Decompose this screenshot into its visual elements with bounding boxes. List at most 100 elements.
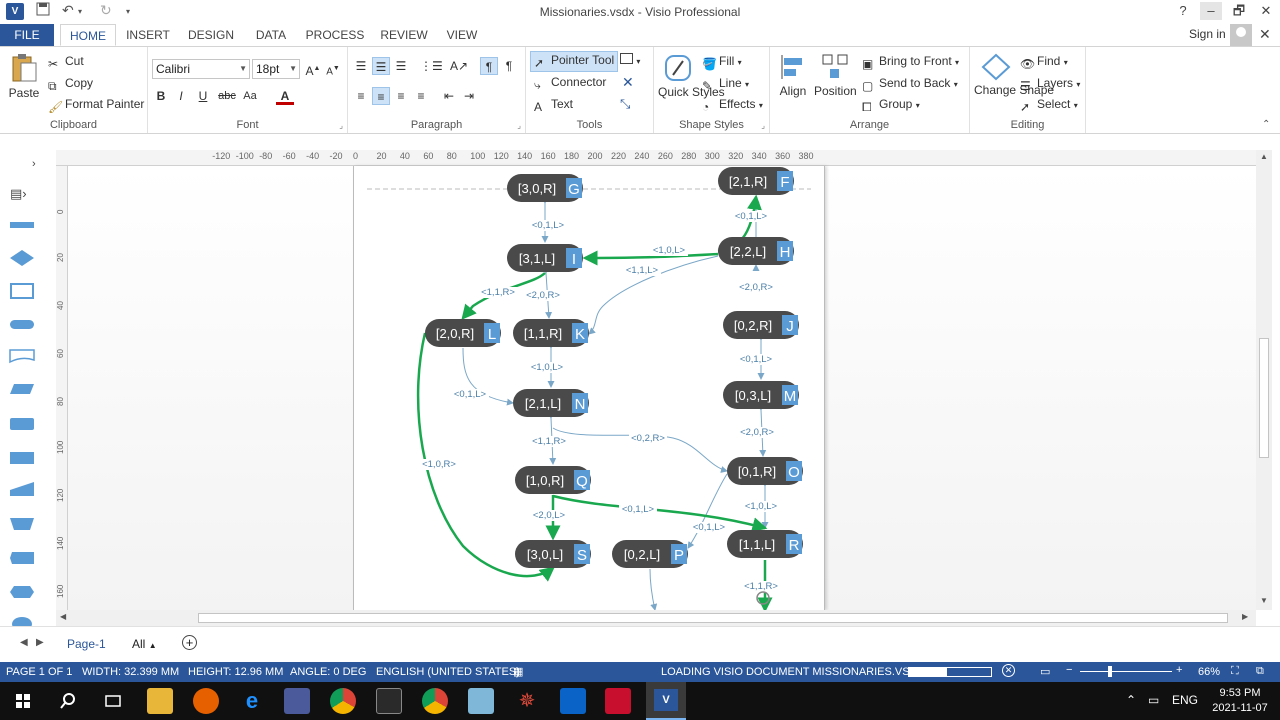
vertical-scrollbar[interactable]: ▲ ▼	[1256, 150, 1272, 610]
font-size-combo[interactable]: 18pt ▼	[252, 59, 300, 79]
visio-taskbar-button[interactable]: V	[646, 682, 686, 720]
next-page-icon[interactable]: ▶	[36, 637, 44, 648]
restore-button[interactable]: 🗗	[1228, 2, 1250, 20]
rtl-icon[interactable]: ¶	[500, 57, 518, 75]
shapes-stencil-icon[interactable]: ▤›	[10, 186, 27, 202]
increase-indent-icon[interactable]: ⇥	[460, 87, 478, 105]
close-tool-icon[interactable]: ✕	[622, 74, 634, 91]
grow-font-button[interactable]: A▲	[304, 60, 322, 78]
effects-button[interactable]: ◔ Effects ▾	[702, 97, 763, 114]
line-button[interactable]: ✎ Line ▾	[702, 76, 749, 93]
pointer-tool-button[interactable]: ➚ Pointer Tool	[530, 51, 619, 72]
outlook-icon[interactable]	[560, 688, 586, 714]
state-node-R[interactable]: [1,1,L] R	[727, 530, 803, 558]
close-button[interactable]: ✕	[1255, 2, 1277, 20]
fit-page-icon[interactable]: ⛶	[1231, 665, 1239, 678]
scroll-down-icon[interactable]: ▼	[1260, 596, 1268, 605]
state-node-O[interactable]: [0,1,R] O	[727, 457, 803, 485]
task-view-icon[interactable]	[100, 688, 126, 714]
tab-design[interactable]: DESIGN	[184, 24, 238, 46]
expand-shapes-icon[interactable]: ›	[32, 158, 36, 170]
system-clock[interactable]: 9:53 PM 2021-11-07	[1205, 686, 1275, 716]
search-icon[interactable]	[55, 688, 81, 714]
select-button[interactable]: ➚ Select ▾	[1020, 97, 1078, 114]
chrome-profile-icon[interactable]	[422, 688, 448, 714]
rotation-handle-icon[interactable]	[756, 591, 770, 605]
zoom-out-icon[interactable]: −	[1066, 664, 1072, 676]
zoom-level[interactable]: 66%	[1198, 666, 1220, 678]
acrobat-icon[interactable]	[605, 688, 631, 714]
italic-button[interactable]: I	[172, 87, 190, 105]
position-button[interactable]: Position	[814, 53, 857, 98]
status-page[interactable]: PAGE 1 OF 1	[6, 666, 72, 678]
input-language[interactable]: ENG	[1172, 693, 1198, 707]
dialog-launcher-icon[interactable]: ⌟	[339, 121, 343, 130]
close-document-icon[interactable]: ✕	[1259, 26, 1271, 43]
macro-icon[interactable]: ▦	[513, 665, 523, 678]
tab-home[interactable]: HOME	[60, 24, 116, 46]
state-node-M[interactable]: [0,3,L] M	[723, 381, 799, 409]
app-icon[interactable]	[284, 688, 310, 714]
bullets-icon[interactable]: ⋮☰	[420, 57, 443, 75]
cut-button[interactable]: ✂ Cut	[48, 54, 84, 71]
vertical-scroll-thumb[interactable]	[1259, 338, 1269, 458]
dialog-launcher-icon[interactable]: ⌟	[517, 121, 521, 130]
collapse-ribbon-icon[interactable]: ⌃	[1262, 119, 1270, 130]
state-node-G[interactable]: [3,0,R] G	[507, 174, 583, 202]
zoom-slider-thumb[interactable]	[1108, 666, 1112, 677]
tab-insert[interactable]: INSERT	[122, 24, 174, 46]
state-node-Q[interactable]: [1,0,R] Q	[515, 466, 591, 494]
font-color-button[interactable]: A	[276, 87, 294, 105]
align-bottom-icon[interactable]: ☰	[392, 57, 410, 75]
chrome-icon[interactable]	[330, 688, 356, 714]
state-node-K[interactable]: [1,1,R] K	[513, 319, 589, 347]
shrink-font-button[interactable]: A▼	[324, 60, 342, 78]
scroll-up-icon[interactable]: ▲	[1260, 152, 1268, 161]
state-diagram[interactable]: [3,0,R] G [2,1,R] F [3,1,L] I [2,2,L] H [2,0,R] L…	[353, 166, 825, 610]
state-node-I[interactable]: [3,1,L] I	[507, 244, 583, 272]
state-node-J[interactable]: [0,2,R] J	[723, 311, 799, 339]
align-left-icon[interactable]: ≡	[352, 87, 370, 105]
horizontal-scrollbar[interactable]: ◀ ▶	[56, 610, 1256, 626]
connection-point-icon[interactable]: ⤡	[620, 96, 630, 112]
state-node-H[interactable]: [2,2,L] H	[718, 237, 794, 265]
ltr-icon[interactable]: ¶	[480, 57, 498, 75]
minimize-button[interactable]: –	[1200, 2, 1222, 20]
tab-process[interactable]: PROCESS	[304, 24, 366, 46]
tab-data[interactable]: DATA	[250, 24, 292, 46]
scroll-left-icon[interactable]: ◀	[60, 612, 66, 621]
connector-tool-button[interactable]: ⤷ Connector	[534, 75, 606, 92]
photos-icon[interactable]	[376, 688, 402, 714]
help-button[interactable]: ?	[1172, 2, 1194, 20]
change-shape-button[interactable]: Change Shape	[974, 53, 1054, 97]
tab-view[interactable]: VIEW	[442, 24, 482, 46]
notepad-icon[interactable]	[468, 688, 494, 714]
presentation-mode-icon[interactable]: ▭	[1040, 665, 1050, 678]
decrease-indent-icon[interactable]: ⇤	[440, 87, 458, 105]
sign-in-link[interactable]: Sign in	[1189, 27, 1226, 41]
justify-icon[interactable]: ≡	[412, 87, 430, 105]
find-button[interactable]: 👁 Find ▾	[1020, 54, 1068, 71]
horizontal-scroll-thumb[interactable]	[198, 613, 1228, 623]
send-to-back-button[interactable]: ▢ Send to Back ▾	[862, 76, 958, 93]
group-button[interactable]: ⧠ Group ▾	[862, 97, 920, 114]
format-painter-button[interactable]: 🖌 Format Painter	[48, 97, 144, 114]
windows-start-icon[interactable]	[10, 688, 36, 714]
page-tab-page-1[interactable]: Page-1	[67, 637, 106, 651]
show-hidden-icons-icon[interactable]: ⌃	[1126, 693, 1136, 707]
file-explorer-icon[interactable]	[147, 688, 173, 714]
text-tool-button[interactable]: A Text	[534, 97, 573, 114]
copy-button[interactable]: ⧉ Copy	[48, 76, 93, 93]
align-top-icon[interactable]: ☰	[352, 57, 370, 75]
bring-to-front-button[interactable]: ▣ Bring to Front ▾	[862, 54, 959, 71]
state-node-F[interactable]: [2,1,R] F	[718, 167, 794, 195]
zoom-in-icon[interactable]: +	[1176, 664, 1182, 676]
state-node-P[interactable]: [0,2,L] P	[612, 540, 688, 568]
underline-button[interactable]: U	[194, 87, 212, 105]
change-case-button[interactable]: Aa	[240, 87, 260, 105]
strikethrough-button[interactable]: abc	[216, 87, 238, 105]
tab-file[interactable]: FILE	[0, 24, 54, 46]
state-node-S[interactable]: [3,0,L] S	[515, 540, 591, 568]
edge-icon[interactable]: e	[239, 688, 265, 714]
paste-button[interactable]: Paste	[8, 53, 40, 100]
